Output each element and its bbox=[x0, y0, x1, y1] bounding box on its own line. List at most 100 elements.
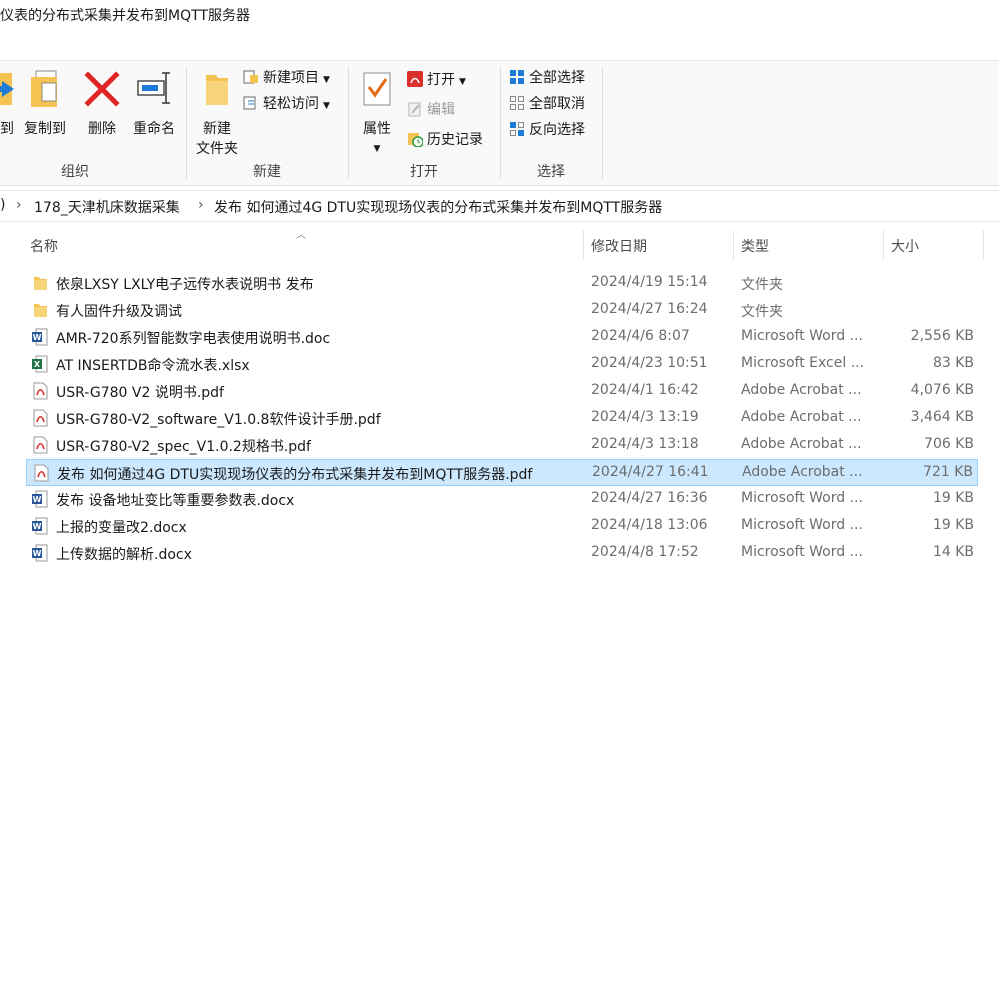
properties-icon bbox=[363, 72, 391, 106]
svg-text:W: W bbox=[33, 549, 42, 558]
easy-access-button[interactable]: 轻松访问 ▼ bbox=[243, 93, 330, 115]
file-row[interactable]: 有人固件升级及调试 2024/4/27 16:24 文件夹 bbox=[26, 297, 978, 324]
pdf-icon bbox=[33, 382, 48, 400]
new-item-button[interactable]: 新建项目 ▼ bbox=[243, 67, 330, 89]
column-divider[interactable] bbox=[733, 230, 734, 260]
copy-to-label: 复制到 bbox=[24, 121, 66, 137]
column-divider[interactable] bbox=[983, 230, 984, 260]
word-icon: W bbox=[32, 517, 48, 535]
address-bar[interactable]: ) › 178_天津机床数据采集 › 发布 如何通过4G DTU实现现场仪表的分… bbox=[0, 190, 999, 222]
copy-to-button[interactable]: 复制到 bbox=[22, 69, 68, 139]
svg-text:W: W bbox=[33, 495, 42, 504]
invert-selection-button[interactable]: 反向选择 bbox=[509, 119, 585, 141]
file-row[interactable]: USR-G780-V2_software_V1.0.8软件设计手册.pdf 202… bbox=[26, 405, 978, 432]
history-icon bbox=[408, 133, 423, 147]
open-button[interactable]: 打开 ▼ bbox=[407, 69, 466, 91]
group-label-open: 打开 bbox=[410, 164, 438, 180]
new-folder-label-line2: 文件夹 bbox=[196, 141, 238, 157]
column-header-type[interactable]: 类型 bbox=[741, 236, 769, 266]
file-row[interactable]: X AT INSERTDB命令流水表.xlsx 2024/4/23 10:51 Mic… bbox=[26, 351, 978, 378]
file-row[interactable]: 依泉LXSY LXLY电子远传水表说明书 发布 2024/4/19 15:14 文件… bbox=[26, 270, 978, 297]
invert-selection-label: 反向选择 bbox=[529, 122, 585, 138]
file-row[interactable]: USR-G780 V2 说明书.pdf 2024/4/1 16:42 Adobe A… bbox=[26, 378, 978, 405]
group-label-new: 新建 bbox=[253, 164, 281, 180]
new-folder-button[interactable]: 新建 文件夹 bbox=[191, 69, 243, 159]
column-header-name[interactable]: 名称 bbox=[30, 236, 58, 266]
file-name: AT INSERTDB命令流水表.xlsx bbox=[56, 358, 250, 374]
navigation-pane-edge bbox=[0, 220, 6, 999]
edit-label: 编辑 bbox=[427, 102, 455, 118]
file-date: 2024/4/27 16:24 bbox=[591, 301, 708, 317]
properties-button[interactable]: 属性 ▼ bbox=[355, 69, 399, 159]
file-type: Adobe Acrobat ... bbox=[741, 409, 862, 425]
file-type: 文件夹 bbox=[741, 277, 783, 293]
ribbon-group-organize: 动到 复制到 删除 重命名 组织 bbox=[0, 61, 185, 185]
column-divider[interactable] bbox=[883, 230, 884, 260]
file-type: Adobe Acrobat ... bbox=[741, 436, 862, 452]
rename-button[interactable]: 重命名 bbox=[128, 69, 180, 139]
edit-icon bbox=[408, 102, 421, 117]
file-size: 19 KB bbox=[932, 517, 974, 533]
breadcrumb-current[interactable]: 发布 如何通过4G DTU实现现场仪表的分布式采集并发布到MQTT服务器 bbox=[214, 197, 662, 217]
history-button[interactable]: 历史记录 bbox=[407, 129, 483, 151]
file-size: 2,556 KB bbox=[910, 328, 974, 344]
select-none-label: 全部取消 bbox=[529, 96, 585, 112]
open-label: 打开 bbox=[427, 72, 455, 88]
file-name: USR-G780-V2_software_V1.0.8软件设计手册.pdf bbox=[56, 412, 381, 428]
new-folder-icon bbox=[206, 75, 228, 105]
file-size: 721 KB bbox=[923, 464, 973, 480]
select-none-button[interactable]: 全部取消 bbox=[509, 93, 585, 115]
file-date: 2024/4/8 17:52 bbox=[591, 544, 699, 560]
file-size: 14 KB bbox=[932, 544, 974, 560]
file-size: 4,076 KB bbox=[910, 382, 974, 398]
excel-icon: X bbox=[32, 355, 48, 373]
address-lead: ) bbox=[0, 197, 6, 213]
move-to-button[interactable]: 动到 bbox=[0, 69, 18, 139]
file-name: AMR-720系列智能数字电表使用说明书.doc bbox=[56, 331, 331, 347]
new-item-label: 新建项目 bbox=[263, 70, 319, 86]
move-to-icon bbox=[0, 73, 14, 105]
select-all-label: 全部选择 bbox=[529, 70, 585, 86]
file-type: Microsoft Word ... bbox=[741, 517, 863, 533]
pdf-icon bbox=[33, 436, 48, 454]
file-size: 706 KB bbox=[924, 436, 974, 452]
dropdown-arrow-icon: ▼ bbox=[323, 75, 330, 85]
history-label: 历史记录 bbox=[427, 132, 483, 148]
chevron-right-icon: › bbox=[16, 197, 22, 213]
file-row[interactable]: W 发布 设备地址变比等重要参数表.docx 2024/4/27 16:36 Micr… bbox=[26, 486, 978, 513]
file-name: 依泉LXSY LXLY电子远传水表说明书 发布 bbox=[56, 277, 314, 293]
select-all-button[interactable]: 全部选择 bbox=[509, 67, 585, 89]
column-divider[interactable] bbox=[583, 230, 584, 260]
ribbon-group-select: 全部选择 全部取消 反向选择 选择 bbox=[501, 61, 601, 185]
folder-icon bbox=[34, 304, 47, 317]
file-name: 发布 如何通过4G DTU实现现场仪表的分布式采集并发布到MQTT服务器.pdf bbox=[57, 467, 533, 483]
copy-to-icon bbox=[31, 70, 57, 107]
column-header-date[interactable]: 修改日期 bbox=[591, 236, 647, 266]
delete-button[interactable]: 删除 bbox=[84, 69, 120, 139]
file-row[interactable]: W 上报的变量改2.docx 2024/4/18 13:06 Microsoft Wo… bbox=[26, 513, 978, 540]
window-title: 仪表的分布式采集并发布到MQTT服务器 bbox=[0, 8, 250, 24]
column-header-size[interactable]: 大小 bbox=[891, 236, 919, 266]
acrobat-open-icon bbox=[407, 71, 423, 87]
file-row[interactable]: W 上传数据的解析.docx 2024/4/8 17:52 Microsoft Wor… bbox=[26, 540, 978, 567]
file-row[interactable]: W AMR-720系列智能数字电表使用说明书.doc 2024/4/6 8:07 Mi… bbox=[26, 324, 978, 351]
delete-label: 删除 bbox=[88, 121, 116, 137]
file-date: 2024/4/27 16:41 bbox=[592, 464, 709, 480]
file-type: Microsoft Word ... bbox=[741, 544, 863, 560]
file-name: 有人固件升级及调试 bbox=[56, 304, 182, 320]
folder-icon bbox=[34, 277, 47, 290]
ribbon-divider bbox=[602, 67, 603, 179]
file-row[interactable]: USR-G780-V2_spec_V1.0.2规格书.pdf 2024/4/3 1… bbox=[26, 432, 978, 459]
select-all-icon bbox=[510, 70, 524, 84]
file-date: 2024/4/1 16:42 bbox=[591, 382, 699, 398]
word-icon: W bbox=[32, 490, 48, 508]
rename-label: 重命名 bbox=[133, 121, 175, 137]
file-date: 2024/4/19 15:14 bbox=[591, 274, 708, 290]
file-row[interactable]: 发布 如何通过4G DTU实现现场仪表的分布式采集并发布到MQTT服务器.pdf… bbox=[26, 459, 978, 486]
title-bar: 仪表的分布式采集并发布到MQTT服务器 bbox=[0, 0, 999, 60]
new-folder-label-line1: 新建 bbox=[203, 121, 231, 137]
easy-access-label: 轻松访问 bbox=[263, 96, 319, 112]
file-date: 2024/4/27 16:36 bbox=[591, 490, 708, 506]
breadcrumb-folder[interactable]: 178_天津机床数据采集 bbox=[34, 197, 180, 217]
edit-button[interactable]: 编辑 bbox=[407, 99, 455, 121]
